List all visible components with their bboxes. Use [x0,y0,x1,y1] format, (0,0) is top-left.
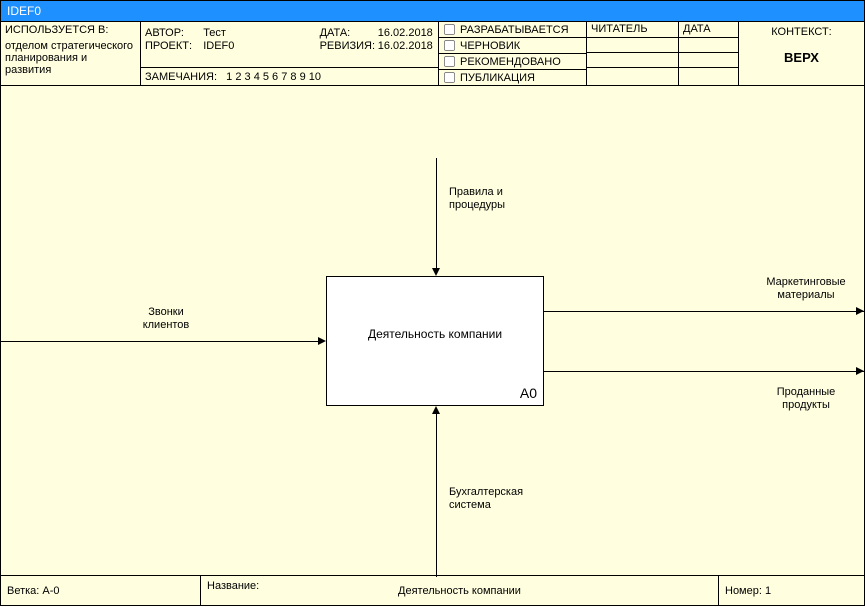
remarks: ЗАМЕЧАНИЯ: 1 2 3 4 5 6 7 8 9 10 [141,67,438,85]
revision-value: 16.02.2018 [378,40,434,52]
input-arrow-head [318,337,326,345]
status-recommended: РЕКОМЕНДОВАНО [460,56,561,68]
context-value: ВЕРХ [743,50,860,65]
header: ИСПОЛЬЗУЕТСЯ В: отделом стратегического … [1,22,864,86]
footer-name: Название: Деятельность компании [201,576,719,605]
used-in-cell: ИСПОЛЬЗУЕТСЯ В: отделом стратегического … [1,22,141,85]
revision-label: РЕВИЗИЯ: [320,40,378,52]
status-check-develop[interactable] [444,24,455,35]
sdate-label: ДАТА [679,22,738,38]
date-value: 16.02.2018 [378,27,434,39]
input-label: Звонкиклиентов [121,306,211,332]
status-check-draft[interactable] [444,40,455,51]
output2-line [544,371,864,372]
status-check-pub[interactable] [444,72,455,83]
mechanism-arrow-head [432,406,440,414]
activity-id: A0 [520,385,537,401]
diagram-area: Звонкиклиентов Правила ипроцедуры Бухгал… [1,86,864,577]
number-value: 1 [765,585,771,597]
control-arrow-line [436,158,437,268]
output1-head [856,307,864,315]
status-publication: ПУБЛИКАЦИЯ [460,72,535,84]
input-arrow-line [1,341,318,342]
used-in-value: отделом стратегического планирования и р… [5,40,136,76]
output1-label: Маркетинговыематериалы [751,276,861,302]
status-check-rec[interactable] [444,56,455,67]
status-develop: РАЗРАБАТЫВАЕТСЯ [460,24,569,36]
footer-number: Номер: 1 [719,576,864,605]
activity-title: Деятельность компании [327,327,543,341]
reader-cell: ЧИТАТЕЛЬ [587,22,679,85]
status-draft: ЧЕРНОВИК [460,40,520,52]
name-label: Название: [207,580,259,592]
remarks-nums: 1 2 3 4 5 6 7 8 9 10 [226,71,321,83]
idef0-page: ИСПОЛЬЗУЕТСЯ В: отделом стратегического … [0,21,865,606]
output2-label: Проданныепродукты [751,386,861,412]
name-value: Деятельность компании [207,585,712,597]
author-value: Тест [203,27,319,39]
project-label: ПРОЕКТ: [145,40,203,52]
activity-box: Деятельность компании A0 [326,276,544,406]
context-cell: КОНТЕКСТ: ВЕРХ [739,22,864,85]
context-label: КОНТЕКСТ: [743,26,860,38]
number-label: Номер: [725,585,762,597]
footer-branch: Ветка: A-0 [1,576,201,605]
control-arrow-head [432,268,440,276]
remarks-label: ЗАМЕЧАНИЯ: [145,71,217,83]
branch-label: Ветка: [7,585,39,597]
window-title: IDEF0 [0,0,865,21]
used-in-label: ИСПОЛЬЗУЕТСЯ В: [5,24,136,36]
branch-value: A-0 [42,585,59,597]
date-label: ДАТА: [320,27,378,39]
author-label: АВТОР: [145,27,203,39]
meta-cell: АВТОР: Тест ДАТА: 16.02.2018 ПРОЕКТ: IDE… [141,22,439,85]
mechanism-arrow-line [436,414,437,577]
sdate-cell: ДАТА [679,22,739,85]
mechanism-label: Бухгалтерскаясистема [449,486,544,512]
footer: Ветка: A-0 Название: Деятельность компан… [1,575,864,605]
output2-head [856,367,864,375]
project-value: IDEF0 [203,40,319,52]
reader-label: ЧИТАТЕЛЬ [587,22,678,38]
control-label: Правила ипроцедуры [449,186,529,212]
status-cell: РАЗРАБАТЫВАЕТСЯ ЧЕРНОВИК РЕКОМЕНДОВАНО П… [439,22,587,85]
output1-line [544,311,864,312]
